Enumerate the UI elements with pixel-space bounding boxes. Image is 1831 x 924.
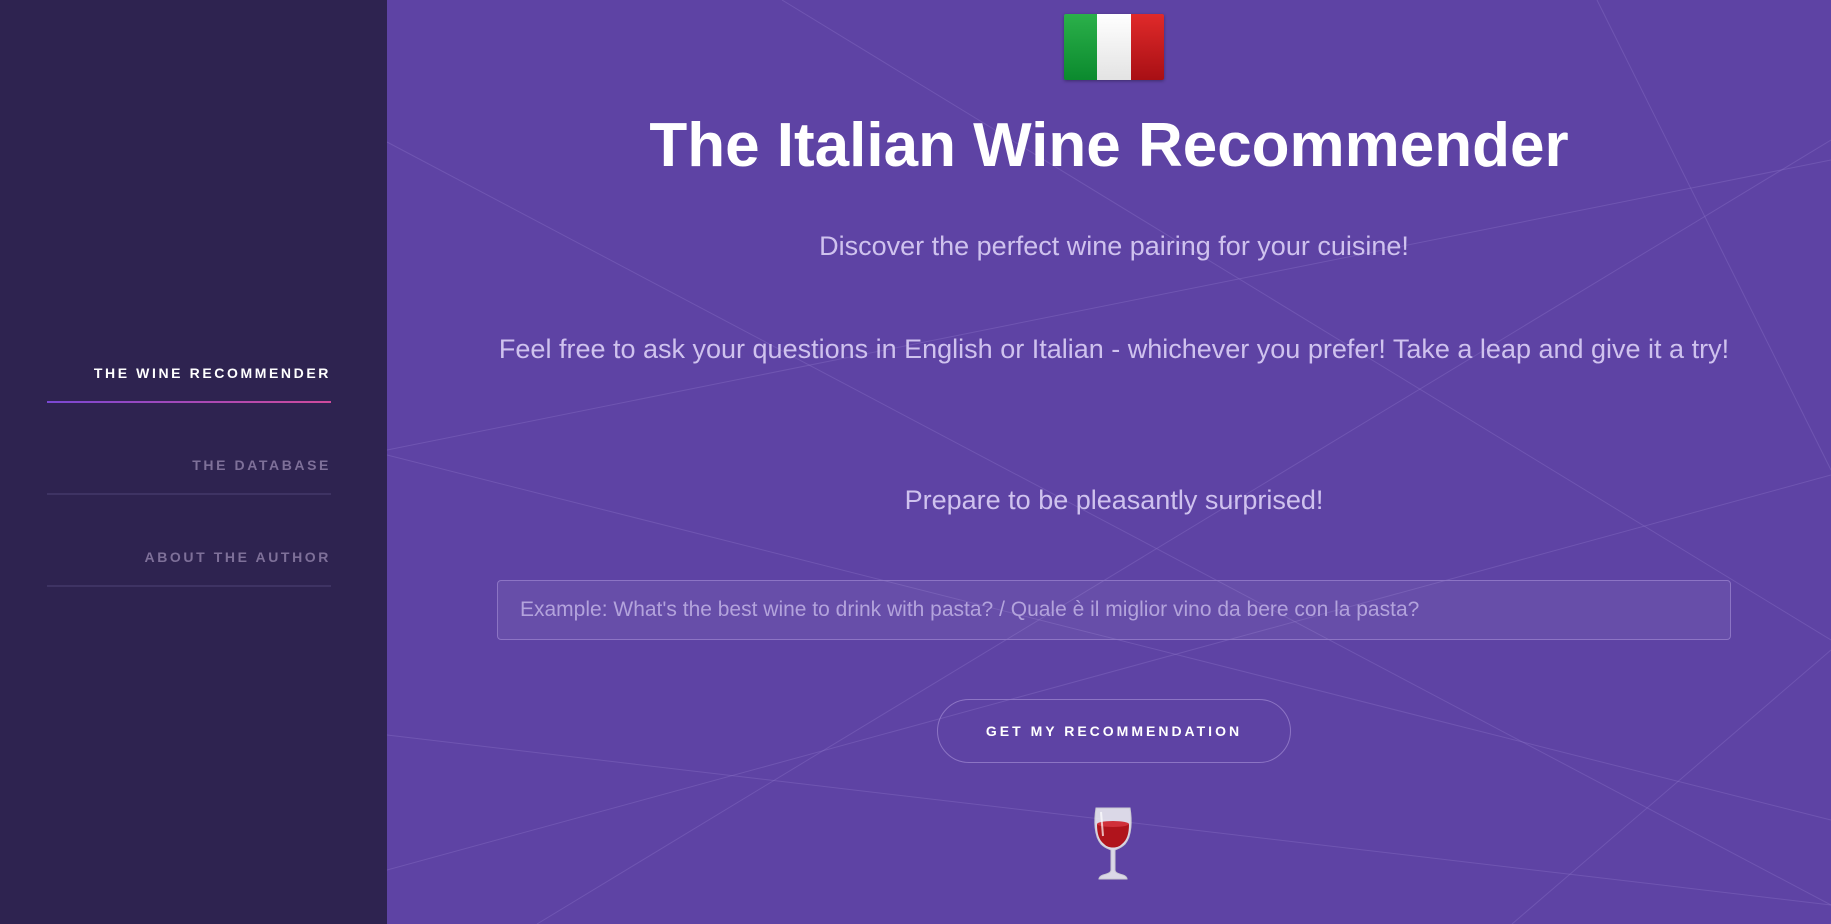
active-underline	[47, 401, 331, 403]
hero: The Italian Wine Recommender Discover th…	[387, 0, 1831, 924]
page-title: The Italian Wine Recommender	[649, 111, 1569, 180]
sidebar-item-label: THE DATABASE	[192, 457, 331, 473]
app-window: THE WINE RECOMMENDER THE DATABASE ABOUT …	[0, 0, 1831, 924]
wine-glass-icon	[1094, 807, 1132, 880]
sidebar-nav: THE WINE RECOMMENDER THE DATABASE ABOUT …	[47, 343, 331, 619]
italy-flag-icon	[1064, 14, 1164, 80]
question-input[interactable]	[497, 580, 1731, 640]
flag-green-stripe	[1064, 14, 1098, 80]
sidebar-item-wine-recommender[interactable]: THE WINE RECOMMENDER	[47, 343, 331, 435]
sidebar-item-label: THE WINE RECOMMENDER	[93, 365, 331, 381]
sidebar-item-label: ABOUT THE AUTHOR	[144, 549, 331, 565]
flag-red-stripe	[1130, 14, 1164, 80]
sidebar: THE WINE RECOMMENDER THE DATABASE ABOUT …	[0, 0, 387, 924]
get-recommendation-button[interactable]: GET MY RECOMMENDATION	[937, 699, 1291, 763]
surprise-text: Prepare to be pleasantly surprised!	[904, 485, 1324, 515]
language-text: Feel free to ask your questions in Engli…	[498, 334, 1730, 364]
flag-white-stripe	[1097, 14, 1131, 80]
intro-text: Discover the perfect wine pairing for yo…	[819, 231, 1409, 261]
sidebar-item-database[interactable]: THE DATABASE	[47, 435, 331, 527]
sidebar-item-about-author[interactable]: ABOUT THE AUTHOR	[47, 527, 331, 619]
nav-divider	[47, 585, 331, 587]
main-panel: The Italian Wine Recommender Discover th…	[387, 0, 1831, 924]
nav-divider	[47, 493, 331, 495]
